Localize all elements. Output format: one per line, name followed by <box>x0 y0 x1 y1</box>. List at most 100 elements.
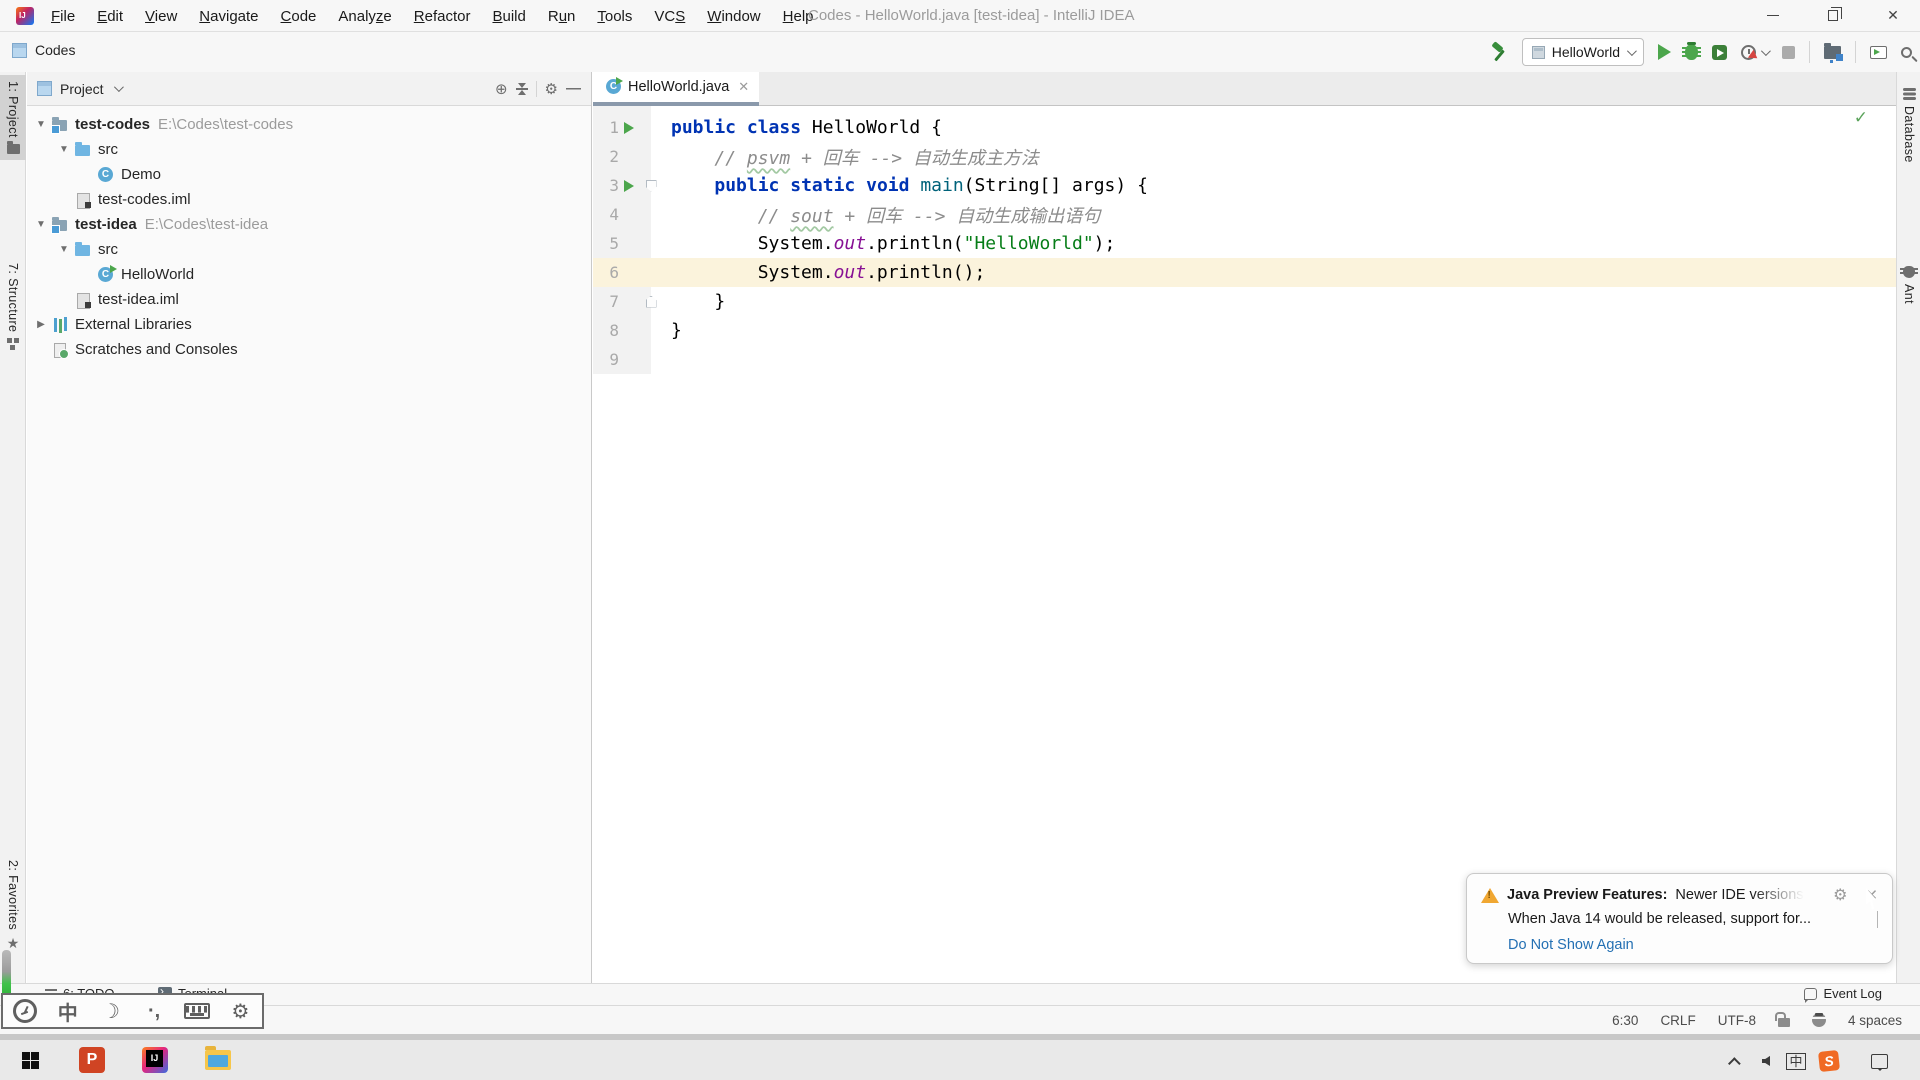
tab-close-icon[interactable]: ✕ <box>738 79 749 95</box>
windows-logo-icon <box>21 1051 39 1069</box>
menu-item-code[interactable]: Code <box>272 5 326 28</box>
run-with-coverage-button[interactable] <box>1712 44 1727 60</box>
ime-settings-gear-icon[interactable]: ⚙ <box>219 999 262 1024</box>
taskbar-file-explorer[interactable] <box>202 1044 234 1076</box>
run-configuration-combo[interactable]: HelloWorld <box>1521 38 1644 66</box>
project-folder-icon <box>51 116 69 134</box>
menu-item-navigate[interactable]: Navigate <box>190 5 267 28</box>
line-number: 9 <box>609 350 619 369</box>
tree-expand-icon[interactable]: ▼ <box>35 119 47 130</box>
menu-item-analyze[interactable]: Analyze <box>329 5 400 28</box>
ime-keyboard-icon[interactable] <box>176 1003 219 1019</box>
code-line-9[interactable]: 9 <box>593 345 1896 374</box>
caret-position[interactable]: 6:30 <box>1612 1013 1638 1028</box>
indent-setting[interactable]: 4 spaces <box>1848 1013 1902 1028</box>
minimize-button[interactable] <box>1750 0 1796 31</box>
build-icon[interactable] <box>1490 43 1508 61</box>
tree-item-scratches-and-consoles[interactable]: Scratches and Consoles <box>27 337 591 362</box>
code-line-1[interactable]: 1 public class HelloWorld { <box>593 113 1896 142</box>
menu-item-vcs[interactable]: VCS <box>645 5 694 28</box>
menu-item-view[interactable]: View <box>136 5 186 28</box>
close-button[interactable] <box>1870 0 1916 31</box>
sidebar-item-structure[interactable]: 7: Structure <box>0 257 26 356</box>
ime-punctuation-icon[interactable]: ·, <box>133 1000 176 1023</box>
sidebar-item-project[interactable]: 1: Project <box>0 75 26 160</box>
tab-helloworld-java[interactable]: C HelloWorld.java ✕ <box>593 72 760 106</box>
line-number: 3 <box>609 176 619 195</box>
code-line-8[interactable]: 8} <box>593 316 1896 345</box>
code-line-6[interactable]: 6 System.out.println(); <box>593 258 1896 287</box>
sidebar-item-database[interactable]: Database <box>1897 82 1920 169</box>
code-line-5[interactable]: 5 System.out.println("HelloWorld"); <box>593 229 1896 258</box>
unlock-icon[interactable] <box>1774 1012 1790 1027</box>
do-not-show-again-link[interactable]: Do Not Show Again <box>1508 937 1878 953</box>
inspection-profile-icon[interactable] <box>1810 1013 1827 1027</box>
tree-expand-icon[interactable]: ▶ <box>35 319 47 330</box>
profiler-dropdown-icon[interactable] <box>1760 45 1771 56</box>
search-everywhere-button[interactable] <box>1901 46 1912 58</box>
tree-item-src[interactable]: ▼ src <box>27 137 591 162</box>
sidebar-item-ant[interactable]: Ant <box>1897 260 1920 310</box>
device-manager-button[interactable] <box>1870 45 1887 59</box>
line-number: 2 <box>609 147 619 166</box>
tree-item-test-codes-iml[interactable]: test-codes.iml <box>27 187 591 212</box>
hide-panel-button[interactable]: — <box>566 80 581 97</box>
tree-item-src[interactable]: ▼ src <box>27 237 591 262</box>
taskbar-powerpoint[interactable]: P <box>76 1044 108 1076</box>
menu-item-build[interactable]: Build <box>483 5 534 28</box>
tray-sogou-icon[interactable]: S <box>1815 1050 1843 1072</box>
sidebar-item-favorites[interactable]: 2: Favorites ★ <box>0 854 26 956</box>
menu-item-window[interactable]: Window <box>698 5 769 28</box>
tree-item-test-codes[interactable]: ▼ test-codes E:\Codes\test-codes <box>27 112 591 137</box>
chevron-down-icon[interactable] <box>113 82 124 93</box>
tree-expand-icon[interactable]: ▼ <box>58 144 70 155</box>
tree-item-test-idea[interactable]: ▼ test-idea E:\Codes\test-idea <box>27 212 591 237</box>
start-button[interactable] <box>14 1044 46 1076</box>
line-separator[interactable]: CRLF <box>1660 1013 1695 1028</box>
tree-item-external-libraries[interactable]: ▶ External Libraries <box>27 312 591 337</box>
menu-item-run[interactable]: Run <box>539 5 585 28</box>
menu-item-edit[interactable]: Edit <box>88 5 132 28</box>
restore-button[interactable] <box>1810 0 1856 31</box>
ime-logo-icon[interactable] <box>3 999 46 1023</box>
panel-settings-gear-icon[interactable]: ⚙ <box>545 80 558 98</box>
action-center-icon[interactable] <box>1865 1050 1893 1072</box>
run-gutter-icon[interactable] <box>619 179 639 192</box>
notification-expand-icon[interactable] <box>1877 911 1878 928</box>
collapse-all-button[interactable] <box>515 82 528 96</box>
fold-marker-icon[interactable] <box>639 295 663 308</box>
menu-item-file[interactable]: File <box>42 5 84 28</box>
tree-expand-icon[interactable]: ▼ <box>58 244 70 255</box>
run-button[interactable] <box>1658 44 1671 60</box>
taskbar-intellij[interactable] <box>139 1044 171 1076</box>
locate-file-button[interactable]: ⊕ <box>495 80 508 98</box>
project-folder-icon <box>51 216 69 234</box>
project-structure-button[interactable] <box>1824 42 1843 61</box>
fold-marker-icon[interactable] <box>639 179 663 192</box>
warning-icon <box>1481 887 1499 903</box>
navigation-toolbar: Codes HelloWorld <box>0 32 1920 72</box>
tray-show-hidden-icons[interactable] <box>1722 1050 1750 1072</box>
tree-item-helloworld[interactable]: C HelloWorld <box>27 262 591 287</box>
file-encoding[interactable]: UTF-8 <box>1718 1013 1756 1028</box>
code-line-3[interactable]: 3 public static void main(String[] args)… <box>593 171 1896 200</box>
profiler-button[interactable] <box>1741 44 1756 60</box>
ime-language-mode-icon[interactable]: 中 <box>46 997 89 1026</box>
tray-volume-icon[interactable] <box>1752 1050 1780 1072</box>
ime-fullwidth-moon-icon[interactable]: ☽ <box>89 999 132 1024</box>
menu-item-tools[interactable]: Tools <box>588 5 641 28</box>
code-line-4[interactable]: 4 // sout + 回车 --> 自动生成输出语句 <box>593 200 1896 229</box>
notification-settings-gear-icon[interactable]: ⚙ <box>1833 885 1847 905</box>
tree-expand-icon[interactable]: ▼ <box>35 219 47 230</box>
tree-item-demo[interactable]: C Demo <box>27 162 591 187</box>
event-log-button[interactable]: Event Log <box>1804 986 1882 1003</box>
menu-item-refactor[interactable]: Refactor <box>405 5 480 28</box>
tree-item-test-idea-iml[interactable]: test-idea.iml <box>27 287 591 312</box>
code-line-2[interactable]: 2 // psvm + 回车 --> 自动生成主方法 <box>593 142 1896 171</box>
tray-input-indicator[interactable]: 中 <box>1782 1050 1810 1072</box>
code-line-7[interactable]: 7 } <box>593 287 1896 316</box>
debug-button[interactable] <box>1682 42 1701 60</box>
breadcrumb[interactable]: Codes <box>12 42 75 58</box>
run-gutter-icon[interactable] <box>619 121 639 134</box>
notification-message: When Java 14 would be released, support … <box>1508 911 1812 927</box>
